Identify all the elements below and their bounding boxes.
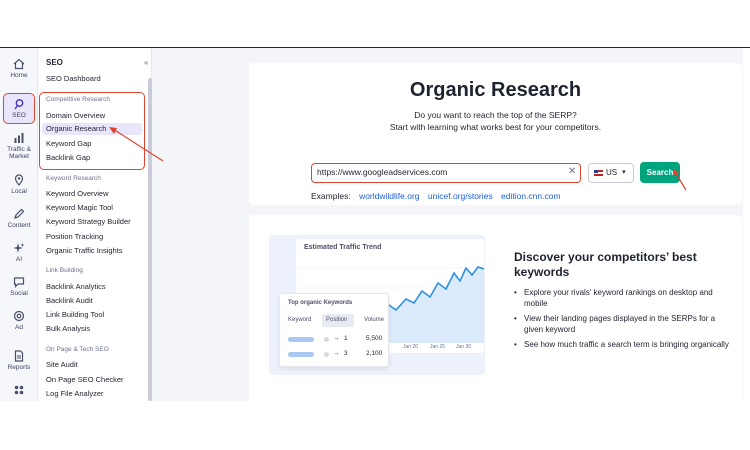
examples-label: Examples: (311, 191, 351, 201)
target-icon (13, 310, 25, 322)
rail-content[interactable]: Content (3, 208, 35, 229)
promo-heading: Discover your competitors’ best keywords (514, 250, 697, 279)
promo-bullet: Explore your rivals' keyword rankings on… (514, 287, 729, 309)
database-value: US (606, 168, 618, 177)
kw-row-2-position: 3 (344, 350, 348, 357)
sidebar-item-backlink-audit[interactable]: Backlink Audit (46, 296, 93, 305)
rail-ai[interactable]: AI (3, 242, 35, 263)
rail-ad-label: Ad (15, 324, 23, 331)
sidebar-item-keyword-magic-tool[interactable]: Keyword Magic Tool (46, 203, 113, 212)
traffic-icon (14, 133, 24, 143)
competitive-research-highlight (39, 92, 145, 170)
kw-row-1-prev-dot (324, 337, 329, 342)
sidebar-section-keyword: Keyword Research (46, 175, 101, 182)
sidebar-section-link-building: Link Building (46, 267, 83, 274)
example-link-cnn[interactable]: edition.cnn.com (501, 191, 561, 201)
top-keywords-panel: Top organic Keywords Keyword Position Vo… (279, 293, 389, 367)
rail-apps[interactable] (3, 384, 35, 398)
kw-col-volume: Volume (364, 317, 385, 323)
sidebar-item-link-building-tool[interactable]: Link Building Tool (46, 310, 104, 319)
trend-title: Estimated Traffic Trend (304, 244, 382, 251)
kw-row-1-volume: 5,500 (366, 335, 383, 342)
kw-row-2-volume: 2,100 (366, 350, 383, 357)
sidebar-item-backlink-analytics[interactable]: Backlink Analytics (46, 282, 106, 291)
rail-reports-label: Reports (7, 364, 31, 371)
rail-local[interactable]: Local (3, 174, 35, 195)
database-select[interactable]: US ▾ (588, 163, 634, 183)
rail-seo-label: SEO (12, 112, 26, 119)
rail-reports[interactable]: Reports (3, 350, 35, 371)
tick-jan-30: Jan 30 (456, 344, 472, 350)
sidebar-item-bulk-analysis[interactable]: Bulk Analysis (46, 324, 90, 333)
rail-social-label: Social (10, 290, 28, 297)
home-icon (13, 58, 25, 70)
collapse-sidebar-icon[interactable]: « (144, 58, 148, 67)
kw-row-1-position: 1 (344, 335, 348, 342)
app-screen: Home SEO Traffic & Market Local Content … (0, 48, 743, 401)
kw-row-2-keyword-pill (288, 352, 314, 357)
promo-bullets: Explore your rivals' keyword rankings on… (514, 287, 729, 354)
subtitle-line-1: Do you want to reach the top of the SERP… (414, 110, 577, 120)
promo-bullet: See how much traffic a search term is br… (514, 339, 729, 350)
main-content: Organic Research Do you want to reach th… (152, 48, 743, 401)
rail-home-label: Home (10, 72, 28, 79)
kw-col-keyword: Keyword (288, 317, 312, 323)
kw-panel-title: Top organic Keywords (288, 300, 353, 306)
us-flag-icon (594, 170, 603, 176)
document-icon (14, 350, 24, 362)
rail-ai-label: AI (15, 256, 23, 263)
icon-rail: Home SEO Traffic & Market Local Content … (0, 48, 38, 401)
domain-input[interactable]: https://www.googleadservices.com (311, 163, 581, 183)
sidebar-item-seo-dashboard[interactable]: SEO Dashboard (46, 74, 101, 83)
search-button[interactable]: Search (640, 162, 680, 183)
tick-jan-20: Jan 20 (403, 344, 419, 350)
sidebar-title: SEO (46, 58, 63, 67)
example-link-worldwildlife[interactable]: worldwildlife.org (359, 191, 419, 201)
chevron-down-icon: ▾ (622, 169, 626, 176)
clear-input-icon[interactable]: ✕ (568, 166, 576, 177)
search-card: Organic Research Do you want to reach th… (249, 63, 742, 205)
rail-traffic-label: Traffic & Market (7, 146, 31, 160)
kw-row-2-prev-dot (324, 352, 329, 357)
rail-content-label: Content (7, 222, 31, 229)
sidebar-item-keyword-overview[interactable]: Keyword Overview (46, 189, 109, 198)
pen-icon (14, 208, 25, 219)
rail-social[interactable]: Social (3, 276, 35, 297)
sidebar-item-keyword-strategy-builder[interactable]: Keyword Strategy Builder (46, 217, 131, 226)
sidebar-item-log-file-analyzer[interactable]: Log File Analyzer (46, 389, 104, 398)
rail-home[interactable]: Home (3, 58, 35, 79)
rail-traffic[interactable]: Traffic & Market (3, 132, 35, 160)
rail-seo[interactable]: SEO (3, 93, 35, 124)
kw-row-1-arrow-icon: → (333, 335, 340, 342)
sidebar-item-organic-traffic-insights[interactable]: Organic Traffic Insights (46, 246, 123, 255)
sidebar-item-site-audit[interactable]: Site Audit (46, 360, 78, 369)
tick-jan-25: Jan 25 (430, 344, 446, 350)
kw-row-1-keyword-pill (288, 337, 314, 342)
sparkle-icon (13, 243, 25, 253)
chat-icon (13, 277, 25, 288)
sidebar-item-position-tracking[interactable]: Position Tracking (46, 232, 103, 241)
sidebar-section-onpage: On Page & Tech SEO (46, 346, 109, 353)
subtitle-line-2: Start with learning what works best for … (389, 122, 602, 132)
page-title: Organic Research (409, 79, 582, 101)
examples-row: Examples: worldwildlife.org unicef.org/s… (311, 191, 561, 201)
rail-ad[interactable]: Ad (3, 310, 35, 331)
example-link-unicef[interactable]: unicef.org/stories (428, 191, 493, 201)
sidebar-item-on-page-seo-checker[interactable]: On Page SEO Checker (46, 375, 124, 384)
promo-card: Estimated Traffic Trend Jan 20 Jan 25 Ja… (249, 215, 742, 401)
promo-illustration: Estimated Traffic Trend Jan 20 Jan 25 Ja… (269, 235, 485, 375)
promo-bullet: View their landing pages displayed in th… (514, 313, 729, 335)
apps-grid-icon (14, 385, 24, 395)
kw-col-position: Position (326, 317, 348, 323)
kw-row-2-arrow-icon: → (333, 350, 340, 357)
seo-icon (14, 99, 24, 110)
location-pin-icon (14, 174, 24, 186)
rail-local-label: Local (11, 188, 27, 195)
